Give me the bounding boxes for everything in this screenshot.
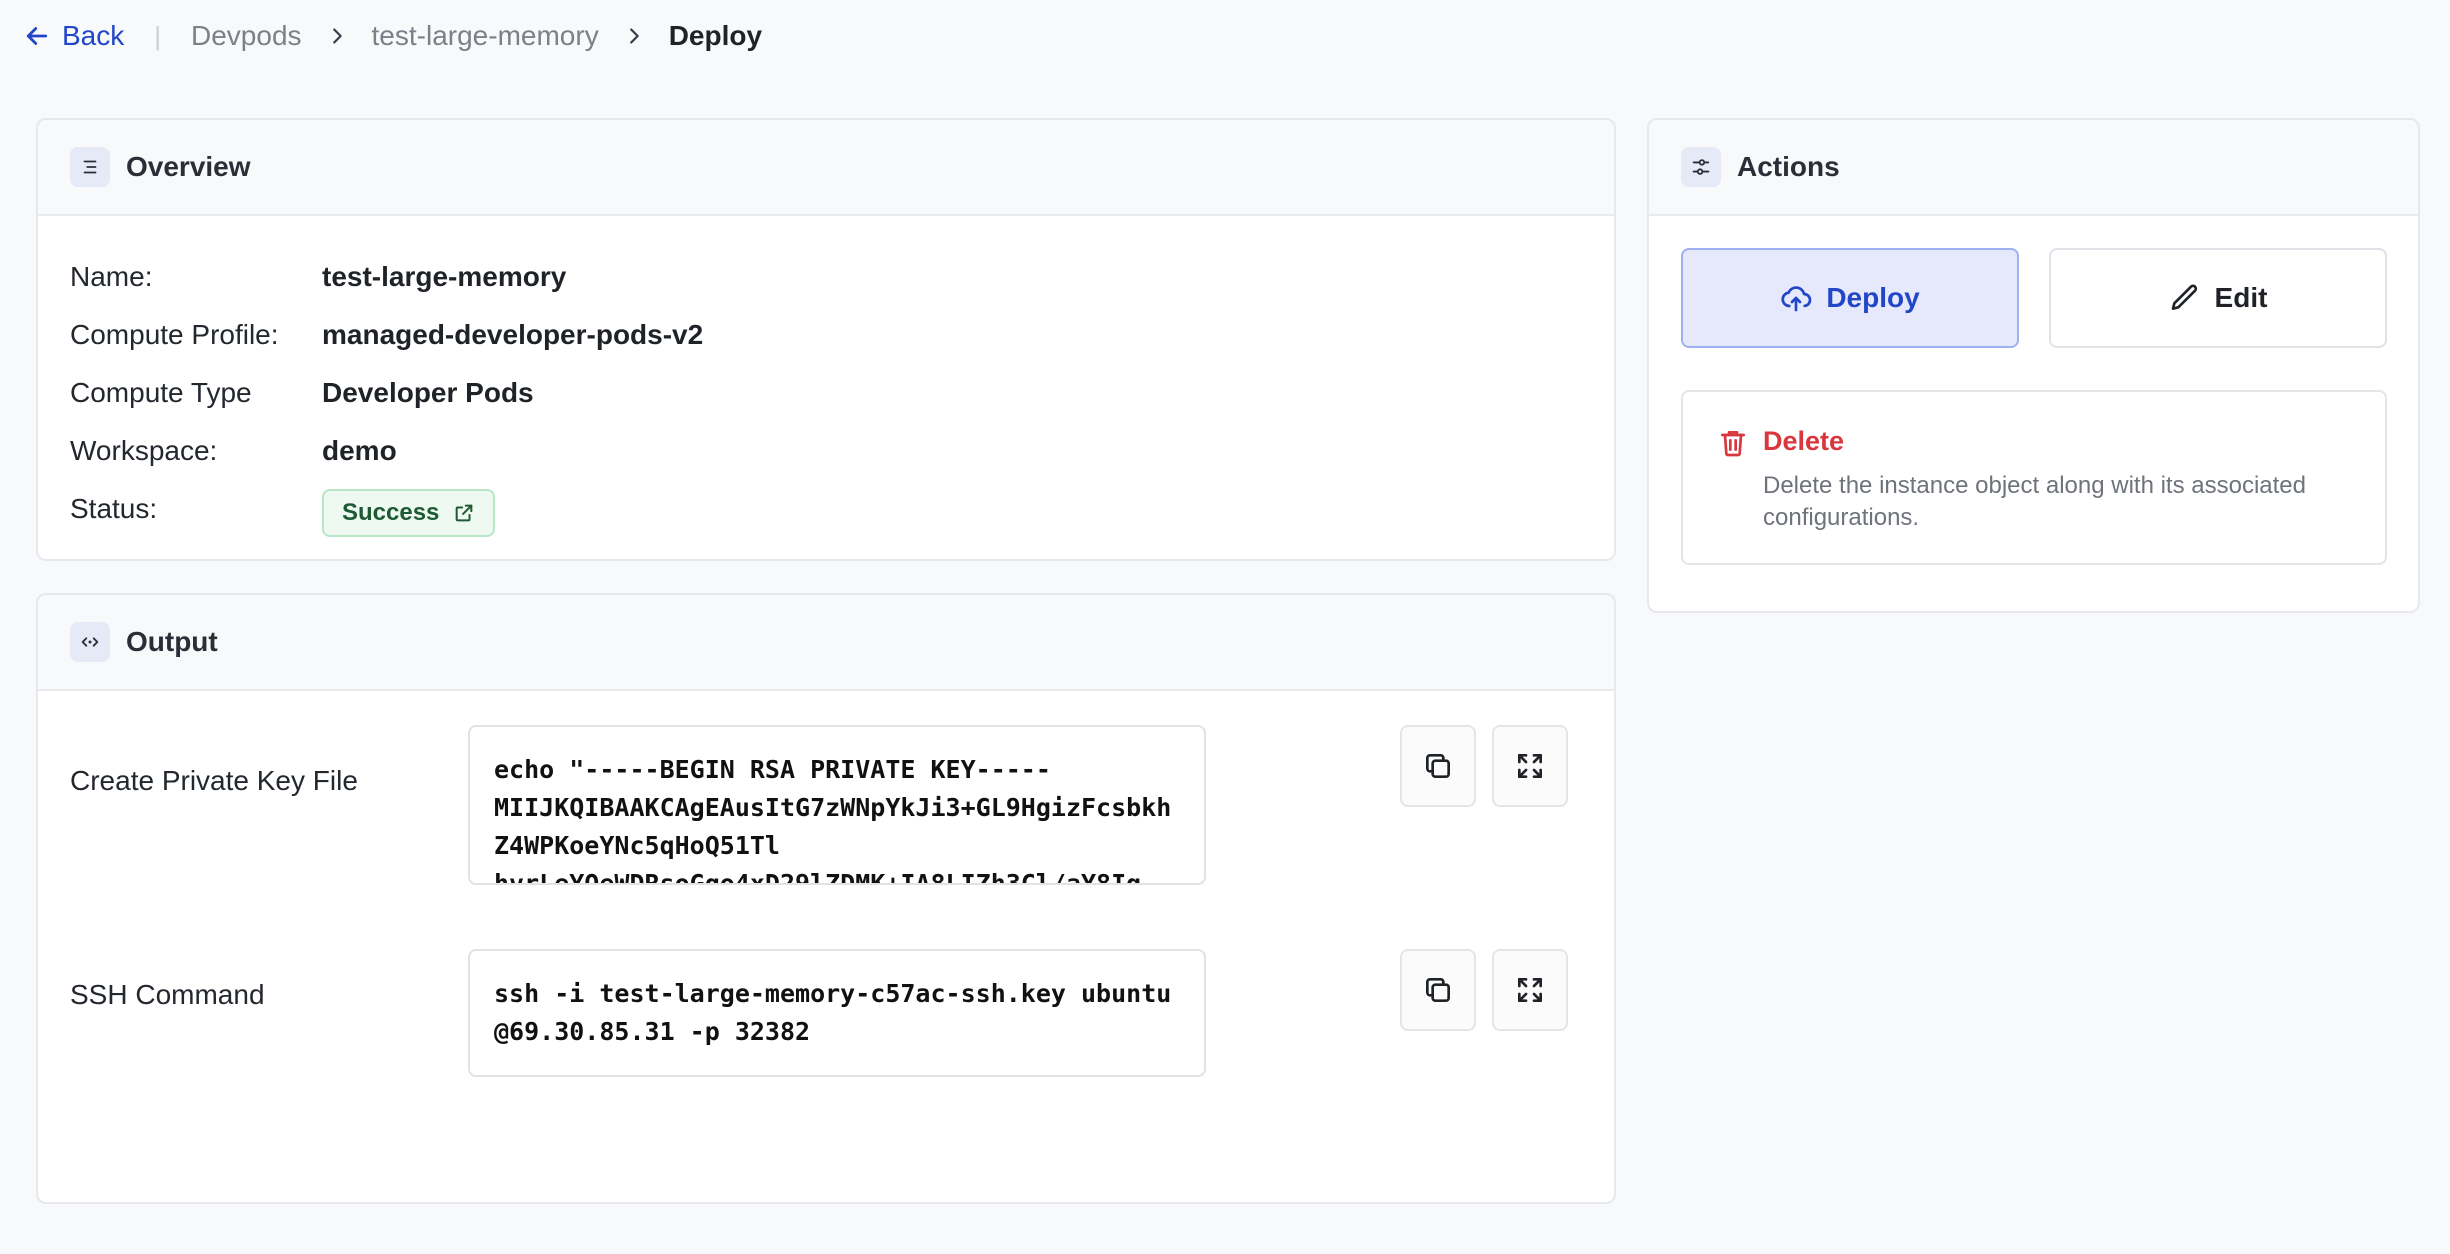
copy-icon bbox=[1426, 978, 1450, 1002]
edit-label: Edit bbox=[2214, 282, 2268, 313]
field-row-compute-type: Compute Type Developer Pods bbox=[70, 364, 1582, 422]
field-value: demo bbox=[322, 435, 397, 466]
actions-title: Actions bbox=[1737, 151, 1840, 182]
expand-button[interactable] bbox=[1492, 725, 1568, 807]
field-label: Compute Profile: bbox=[70, 319, 279, 350]
field-label: Workspace: bbox=[70, 435, 218, 466]
code-icon bbox=[70, 622, 110, 662]
external-link-icon bbox=[456, 504, 473, 522]
overview-header: Overview bbox=[38, 120, 1614, 216]
field-label: Status: bbox=[70, 493, 158, 524]
expand-icon bbox=[1518, 754, 1542, 778]
delete-action[interactable]: Delete Delete the instance object along … bbox=[1681, 390, 2387, 565]
field-label: Compute Type bbox=[70, 377, 252, 408]
private-key-code-box[interactable]: echo "-----BEGIN RSA PRIVATE KEY----- MI… bbox=[468, 725, 1206, 885]
overview-card: Overview Name: test-large-memory Compute… bbox=[36, 118, 1616, 561]
pencil-icon bbox=[2171, 284, 2197, 310]
status-text: Success bbox=[342, 499, 440, 526]
breadcrumb-item-devpods[interactable]: Devpods bbox=[191, 20, 302, 52]
sliders-icon bbox=[1681, 147, 1721, 187]
ssh-command-code-box[interactable]: ssh -i test-large-memory-c57ac-ssh.key u… bbox=[468, 949, 1206, 1077]
output-header: Output bbox=[38, 595, 1614, 691]
list-icon bbox=[70, 147, 110, 187]
breadcrumb: Back | Devpods test-large-memory Deploy bbox=[22, 14, 762, 58]
field-row-compute-profile: Compute Profile: managed-developer-pods-… bbox=[70, 306, 1582, 364]
cloud-upload-icon bbox=[1781, 286, 1812, 312]
delete-title: Delete bbox=[1763, 426, 1845, 456]
expand-button[interactable] bbox=[1492, 949, 1568, 1031]
breadcrumb-item-instance[interactable]: test-large-memory bbox=[372, 20, 599, 52]
output-card: Output Create Private Key File echo "---… bbox=[36, 593, 1616, 1204]
edit-button[interactable]: Edit bbox=[2049, 248, 2387, 348]
copy-button[interactable] bbox=[1400, 949, 1476, 1031]
field-row-name: Name: test-large-memory bbox=[70, 248, 1582, 306]
actions-card: Actions Deploy Edit Delete Delete the in… bbox=[1647, 118, 2420, 613]
deploy-button[interactable]: Deploy bbox=[1681, 248, 2019, 348]
status-badge[interactable]: Success bbox=[322, 489, 496, 537]
deploy-label: Deploy bbox=[1826, 282, 1920, 313]
field-row-workspace: Workspace: demo bbox=[70, 422, 1582, 480]
delete-description: Delete the instance object along with it… bbox=[1763, 472, 2306, 531]
field-value: test-large-memory bbox=[322, 261, 567, 292]
trash-icon bbox=[1721, 431, 1745, 457]
overview-title: Overview bbox=[126, 151, 251, 182]
expand-icon bbox=[1518, 978, 1542, 1002]
field-label: Name: bbox=[70, 261, 153, 292]
breadcrumb-current: Deploy bbox=[668, 20, 763, 51]
back-label: Back bbox=[62, 20, 125, 51]
breadcrumb-divider: | bbox=[154, 20, 162, 51]
chevron-right-icon bbox=[629, 28, 639, 44]
back-button[interactable]: Back bbox=[22, 20, 124, 52]
actions-header: Actions bbox=[1649, 120, 2418, 216]
field-value: Developer Pods bbox=[322, 377, 534, 408]
field-row-status: Status: Success bbox=[70, 480, 1582, 538]
copy-icon bbox=[1426, 754, 1450, 778]
output-label: SSH Command bbox=[70, 979, 265, 1010]
arrow-left-icon bbox=[26, 27, 48, 45]
chevron-right-icon bbox=[332, 28, 342, 44]
copy-button[interactable] bbox=[1400, 725, 1476, 807]
output-label: Create Private Key File bbox=[70, 765, 358, 796]
output-title: Output bbox=[126, 626, 218, 657]
field-value: managed-developer-pods-v2 bbox=[322, 319, 704, 350]
